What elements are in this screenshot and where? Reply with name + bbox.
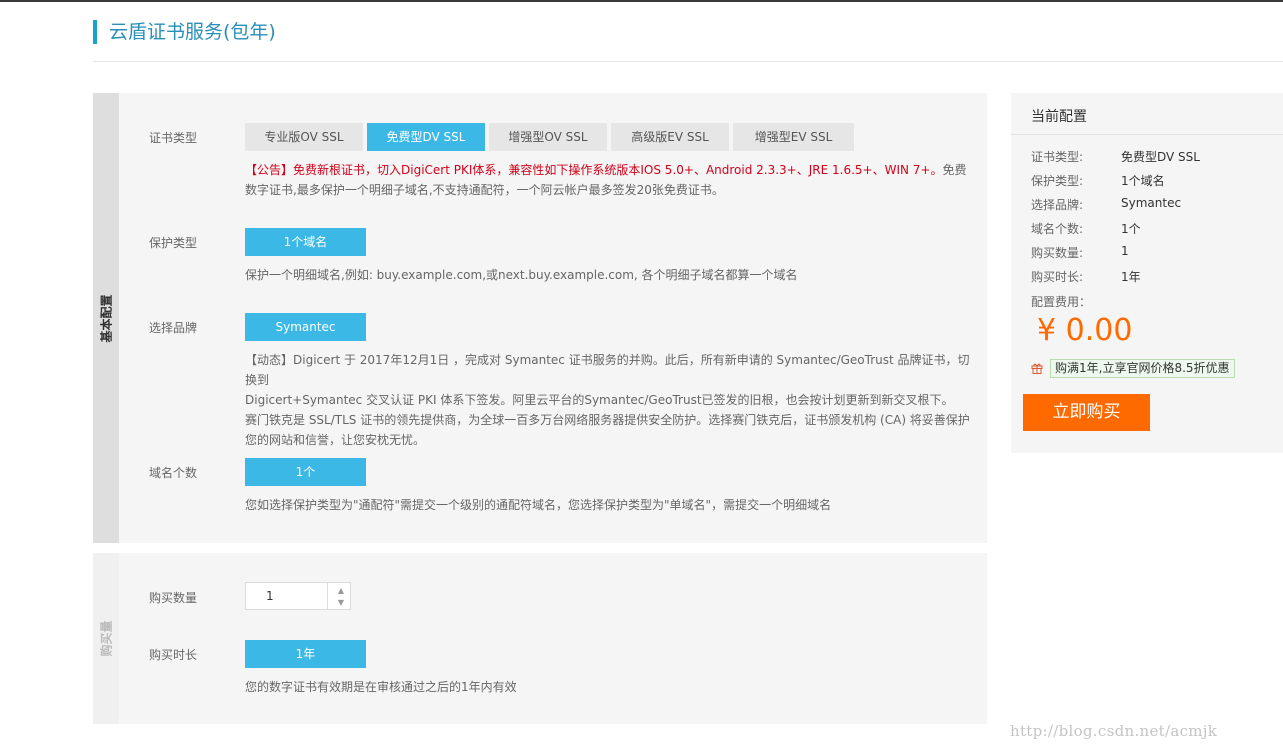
buy-now-button[interactable]: 立即购买 — [1023, 394, 1150, 431]
quantity-input[interactable] — [246, 583, 328, 609]
cert-type-option-enhanced-ev[interactable]: 增强型EV SSL — [733, 123, 854, 151]
price-value: ¥ 0.00 — [1037, 313, 1133, 348]
brand-desc-line: 【动态】Digicert 于 2017年12月1日 ，完成对 Symantec … — [245, 353, 970, 387]
domain-count-option-one[interactable]: 1个 — [245, 458, 366, 486]
cert-type-tabs: 专业版OV SSL 免费型DV SSL 增强型OV SSL 高级版EV SSL … — [245, 123, 854, 151]
cert-type-option-dv-selected[interactable]: 免费型DV SSL — [367, 123, 487, 151]
brand-option-symantec[interactable]: Symantec — [245, 313, 366, 341]
brand-desc-line: Digicert+Symantec 交叉认证 PKI 体系下签发。阿里云平台的S… — [245, 393, 954, 407]
config-key: 选择品牌: — [1031, 198, 1084, 212]
config-divider — [1011, 134, 1283, 135]
duration-option-one-year[interactable]: 1年 — [245, 640, 366, 668]
config-value: 1个 — [1121, 222, 1141, 236]
fee-label: 配置费用： — [1031, 295, 1092, 309]
domain-count-label: 域名个数 — [149, 466, 198, 480]
protect-type-label: 保护类型 — [149, 236, 198, 250]
quantity-stepper: ▲ ▼ — [245, 582, 351, 610]
protect-type-option-single[interactable]: 1个域名 — [245, 228, 366, 256]
side-tab-purchase: 购买量 — [93, 553, 119, 724]
current-config-panel: 当前配置 证书类型: 免费型DV SSL 保护类型: 1个域名 选择品牌: Sy… — [1011, 93, 1283, 453]
cert-type-option-enhanced-ov[interactable]: 增强型OV SSL — [489, 123, 609, 151]
page-title: 云盾证书服务(包年) — [93, 20, 276, 44]
cert-type-notice-red: 【公告】免费新根证书，切入DigiCert PKI体系，兼容性如下操作系统版本I… — [245, 163, 943, 177]
config-value: 1个域名 — [1121, 174, 1165, 188]
side-tab-basic: 基本配置 — [93, 93, 119, 543]
cert-type-notice: 【公告】免费新根证书，切入DigiCert PKI体系，兼容性如下操作系统版本I… — [245, 160, 975, 200]
quantity-label: 购买数量 — [149, 591, 198, 605]
cert-type-option-ov[interactable]: 专业版OV SSL — [245, 123, 365, 151]
brand-desc: 【动态】Digicert 于 2017年12月1日 ，完成对 Symantec … — [245, 350, 975, 450]
brand-desc-line: 您的网站和信誉，让您安枕无忧。 — [245, 433, 426, 447]
config-key: 证书类型: — [1031, 150, 1084, 164]
gift-icon — [1031, 363, 1043, 374]
side-tab-purchase-label: 购买量 — [99, 620, 114, 657]
config-value: 1年 — [1121, 270, 1141, 284]
domain-count-desc: 您如选择保护类型为"通配符"需提交一个级别的通配符域名，您选择保护类型为"单域名… — [245, 498, 832, 512]
config-key: 购买数量: — [1031, 246, 1084, 260]
top-border — [0, 0, 1283, 2]
duration-label: 购买时长 — [149, 648, 198, 662]
title-divider — [93, 61, 1283, 62]
config-key: 域名个数: — [1031, 222, 1084, 236]
config-title: 当前配置 — [1031, 109, 1087, 125]
config-key: 购买时长: — [1031, 270, 1084, 284]
watermark: http://blog.csdn.net/acmjk — [1010, 722, 1218, 740]
purchase-panel: 购买量 购买数量 ▲ ▼ 购买时长 1年 您的数字证书有效期是在审核通过之后的1… — [93, 553, 987, 724]
brand-desc-line: 赛门铁克是 SSL/TLS 证书的领先提供商，为全球一百多万台网络服务器提供安全… — [245, 413, 970, 427]
promo-tag: 购满1年,立享官网价格8.5折优惠 — [1050, 359, 1235, 378]
config-key: 保护类型: — [1031, 174, 1084, 188]
config-value: 1 — [1121, 244, 1129, 258]
config-value: Symantec — [1121, 196, 1182, 210]
config-value: 免费型DV SSL — [1121, 150, 1200, 164]
stepper-down-icon[interactable]: ▼ — [334, 596, 348, 609]
brand-label: 选择品牌 — [149, 321, 198, 335]
protect-type-desc: 保护一个明细域名,例如: buy.example.com,或next.buy.e… — [245, 268, 798, 282]
side-tab-basic-label: 基本配置 — [99, 293, 114, 343]
cert-type-option-ev[interactable]: 高级版EV SSL — [611, 123, 731, 151]
cert-type-label: 证书类型 — [149, 131, 198, 145]
basic-config-panel: 基本配置 证书类型 专业版OV SSL 免费型DV SSL 增强型OV SSL … — [93, 93, 987, 543]
duration-desc: 您的数字证书有效期是在审核通过之后的1年内有效 — [245, 680, 517, 694]
